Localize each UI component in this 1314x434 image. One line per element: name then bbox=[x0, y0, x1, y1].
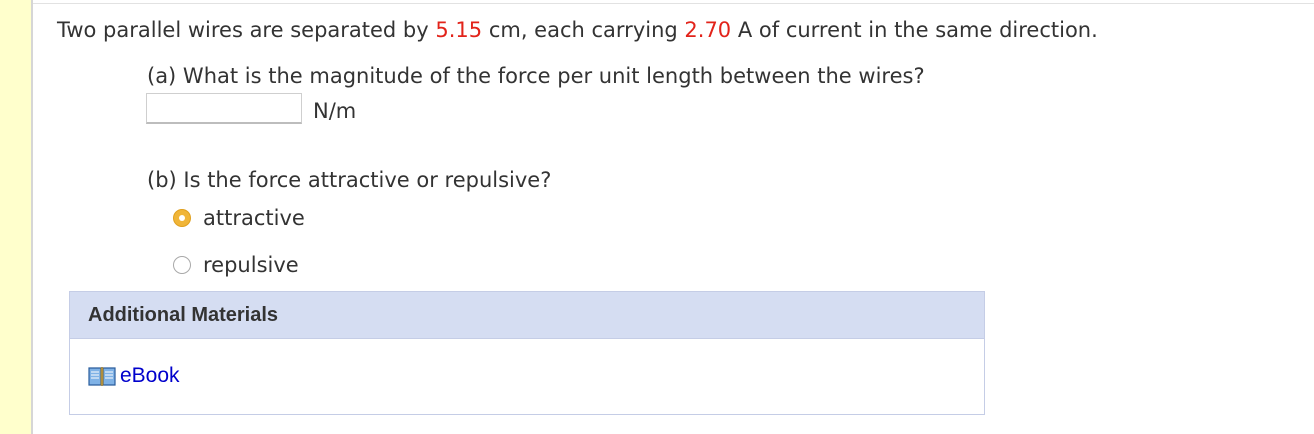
additional-materials-panel: Additional Materials eBook bbox=[69, 291, 985, 415]
option-attractive[interactable]: attractive bbox=[173, 206, 305, 230]
unit-label: N/m bbox=[313, 99, 357, 123]
option-attractive-label[interactable]: attractive bbox=[203, 206, 305, 230]
radio-repulsive[interactable] bbox=[173, 256, 191, 274]
book-icon bbox=[88, 367, 116, 386]
radio-attractive[interactable] bbox=[173, 209, 191, 227]
left-margin-bar bbox=[0, 0, 33, 434]
part-a-label: (a) What is the magnitude of the force p… bbox=[147, 64, 925, 88]
question-text-part1: Two parallel wires are separated by bbox=[57, 18, 429, 42]
top-divider bbox=[33, 3, 1314, 4]
option-repulsive-label[interactable]: repulsive bbox=[203, 253, 299, 277]
option-repulsive[interactable]: repulsive bbox=[173, 253, 299, 277]
ebook-link[interactable]: eBook bbox=[88, 364, 180, 388]
current-value: 2.70 bbox=[684, 18, 732, 42]
separation-value: 5.15 bbox=[435, 18, 483, 42]
additional-materials-header: Additional Materials bbox=[70, 292, 984, 339]
question-text: Two parallel wires are separated by 5.15… bbox=[57, 18, 1098, 42]
ebook-link-label[interactable]: eBook bbox=[120, 364, 180, 388]
part-b-label: (b) Is the force attractive or repulsive… bbox=[147, 168, 552, 192]
question-text-part2: cm, each carrying bbox=[488, 18, 678, 42]
question-text-part3: A of current in the same direction. bbox=[737, 18, 1098, 42]
force-per-length-input[interactable] bbox=[146, 93, 302, 124]
